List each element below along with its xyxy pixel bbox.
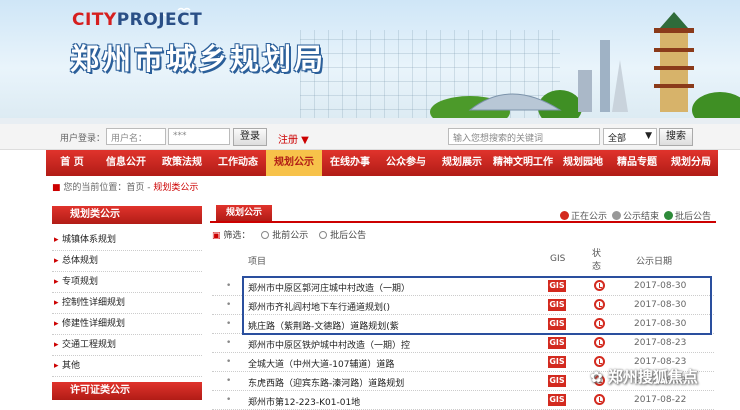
main-tab-planning-notice[interactable]: 规划公示: [216, 205, 272, 221]
chevron-down-icon: ▼: [645, 131, 652, 141]
city-project-logo: CITYPROJECT: [72, 10, 203, 30]
register-link[interactable]: 注册 ▼: [278, 131, 309, 146]
table-row[interactable]: • 郑州市中原区铁炉城中村改造（一期）控 GIS 2017-08-23: [212, 334, 714, 353]
home-icon: ■: [52, 183, 61, 193]
sidebar-item-traffic-plan[interactable]: 交通工程规划: [52, 335, 202, 356]
col-gis: GIS: [550, 254, 566, 264]
watermark: ✿ 郑州搜狐焦点: [590, 368, 698, 386]
nav-planning-notice[interactable]: 规划公示: [266, 150, 322, 176]
col-project: 项目: [248, 257, 267, 267]
clock-icon: [594, 394, 605, 405]
main-nav: 首 页 信息公开 政策法规 工作动态 规划公示 在线办事 公众参与 规划展示 精…: [46, 150, 718, 176]
breadcrumb: ■ 您的当前位置：首页 - 规划类公示: [52, 183, 199, 193]
legend-post-approval: 批后公告: [664, 209, 711, 222]
gis-icon[interactable]: GIS: [548, 394, 566, 406]
sidebar-item-special-plan[interactable]: 专项规划: [52, 272, 202, 293]
gis-icon[interactable]: GIS: [548, 356, 566, 368]
highlight-box: [242, 276, 712, 335]
site-title: 郑州市城乡规划局: [70, 42, 327, 76]
search-scope-select[interactable]: 全部 ▼: [603, 128, 657, 145]
gis-icon[interactable]: GIS: [548, 375, 566, 387]
nav-public-participation[interactable]: 公众参与: [378, 150, 434, 176]
username-input[interactable]: 用户名：: [106, 128, 166, 145]
nav-online-service[interactable]: 在线办事: [322, 150, 378, 176]
sidebar-item-other[interactable]: 其他: [52, 356, 202, 377]
nav-branch[interactable]: 规划分局: [664, 150, 718, 176]
legend-in-progress: 正在公示: [560, 209, 607, 222]
nav-work-news[interactable]: 工作动态: [210, 150, 266, 176]
legend-ended: 公示结束: [612, 209, 659, 222]
filter-bar: ▣ 筛选： 批前公示 批后公告: [212, 231, 367, 241]
sidebar-item-urban-system[interactable]: 城镇体系规划: [52, 230, 202, 251]
clock-icon: [612, 211, 621, 220]
password-input[interactable]: ***: [168, 128, 230, 145]
login-bar: 用户登录： 用户名： *** 登录 注册 ▼ 输入您想搜索的关键词 全部 ▼ 搜索: [0, 124, 740, 150]
clock-icon: [560, 211, 569, 220]
nav-policy[interactable]: 政策法规: [154, 150, 210, 176]
login-label: 用户登录：: [60, 134, 106, 144]
sidebar-heading-planning: 规划类公示: [52, 206, 202, 224]
radio-pre-approval[interactable]: [261, 231, 270, 239]
filter-icon: ▣: [212, 231, 221, 241]
sidebar-item-master-plan[interactable]: 总体规划: [52, 251, 202, 272]
login-button[interactable]: 登录: [233, 128, 267, 146]
clock-icon: [594, 337, 605, 348]
sidebar-heading-permit: 许可证类公示: [52, 382, 202, 400]
check-icon: [664, 211, 673, 220]
gis-icon[interactable]: GIS: [548, 337, 566, 349]
site-banner: CITYPROJECT 郑州市城乡规划局: [0, 0, 740, 124]
nav-featured[interactable]: 精品专题: [610, 150, 664, 176]
wechat-icon: ✿: [590, 368, 603, 386]
nav-planning-garden[interactable]: 规划园地: [556, 150, 610, 176]
nav-home[interactable]: 首 页: [46, 150, 98, 176]
search-input[interactable]: 输入您想搜索的关键词: [448, 128, 600, 145]
table-row[interactable]: • 郑州市第12-223-K01-01地 GIS 2017-08-22: [212, 391, 714, 410]
nav-planning-showcase[interactable]: 规划展示: [434, 150, 490, 176]
sidebar-item-regulatory-plan[interactable]: 控制性详细规划: [52, 293, 202, 314]
nav-civilization[interactable]: 精神文明工作: [490, 150, 556, 176]
radio-post-approval[interactable]: [319, 231, 328, 239]
col-date: 公示日期: [636, 257, 673, 267]
sidebar-item-constructive-plan[interactable]: 修建性详细规划: [52, 314, 202, 335]
nav-info-public[interactable]: 信息公开: [98, 150, 154, 176]
col-status: 状态: [592, 249, 602, 272]
search-button[interactable]: 搜索: [659, 128, 693, 146]
